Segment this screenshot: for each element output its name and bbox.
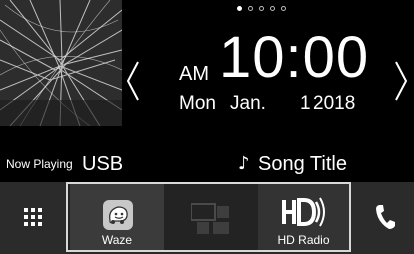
- date-weekday: Mon: [179, 93, 216, 114]
- hd-radio-shortcut[interactable]: HD Radio: [258, 184, 349, 250]
- page-dot: [259, 6, 264, 11]
- page-indicator: [237, 6, 286, 11]
- home-screen: AM 10:00 Mon Jan. 1 2018 Now Playing USB…: [0, 0, 414, 254]
- now-playing-label: Now Playing: [6, 157, 73, 171]
- bottom-bar: Waze HD Radio: [0, 182, 414, 254]
- page-dot: [237, 6, 242, 11]
- now-playing-bar[interactable]: Now Playing USB ♪ Song Title: [0, 150, 414, 180]
- empty-shortcut[interactable]: [164, 184, 258, 250]
- phone-icon: [376, 205, 395, 229]
- waze-label: Waze: [101, 233, 133, 247]
- clock-date: Mon Jan. 1 2018: [179, 92, 379, 116]
- next-page-button[interactable]: [390, 58, 414, 104]
- waze-shortcut[interactable]: Waze: [70, 184, 164, 250]
- previous-page-button[interactable]: [122, 58, 146, 104]
- shortcut-panel: Waze HD Radio: [66, 182, 351, 252]
- clock-time: 10:00: [219, 25, 370, 90]
- clock-ampm: AM: [179, 63, 209, 85]
- wallpaper-image: [0, 0, 122, 126]
- phone-button[interactable]: [352, 182, 414, 254]
- chevron-right-icon: [395, 61, 408, 101]
- waze-icon: [103, 200, 133, 230]
- music-note-icon: ♪: [238, 153, 250, 174]
- page-dot: [248, 6, 253, 11]
- hd-radio-icon: [282, 197, 325, 227]
- chevron-left-icon: [126, 61, 139, 101]
- song-title: Song Title: [258, 153, 347, 175]
- date-day: 1: [300, 93, 311, 114]
- source-name: USB: [82, 153, 124, 175]
- apps-icon: [191, 203, 229, 234]
- menu-button[interactable]: [0, 182, 64, 254]
- date-month: Jan.: [230, 93, 266, 114]
- hd-radio-label: HD Radio: [277, 233, 330, 247]
- page-dot: [270, 6, 275, 11]
- page-dot: [281, 6, 286, 11]
- date-year: 2018: [313, 93, 356, 114]
- grid-icon: [24, 208, 42, 226]
